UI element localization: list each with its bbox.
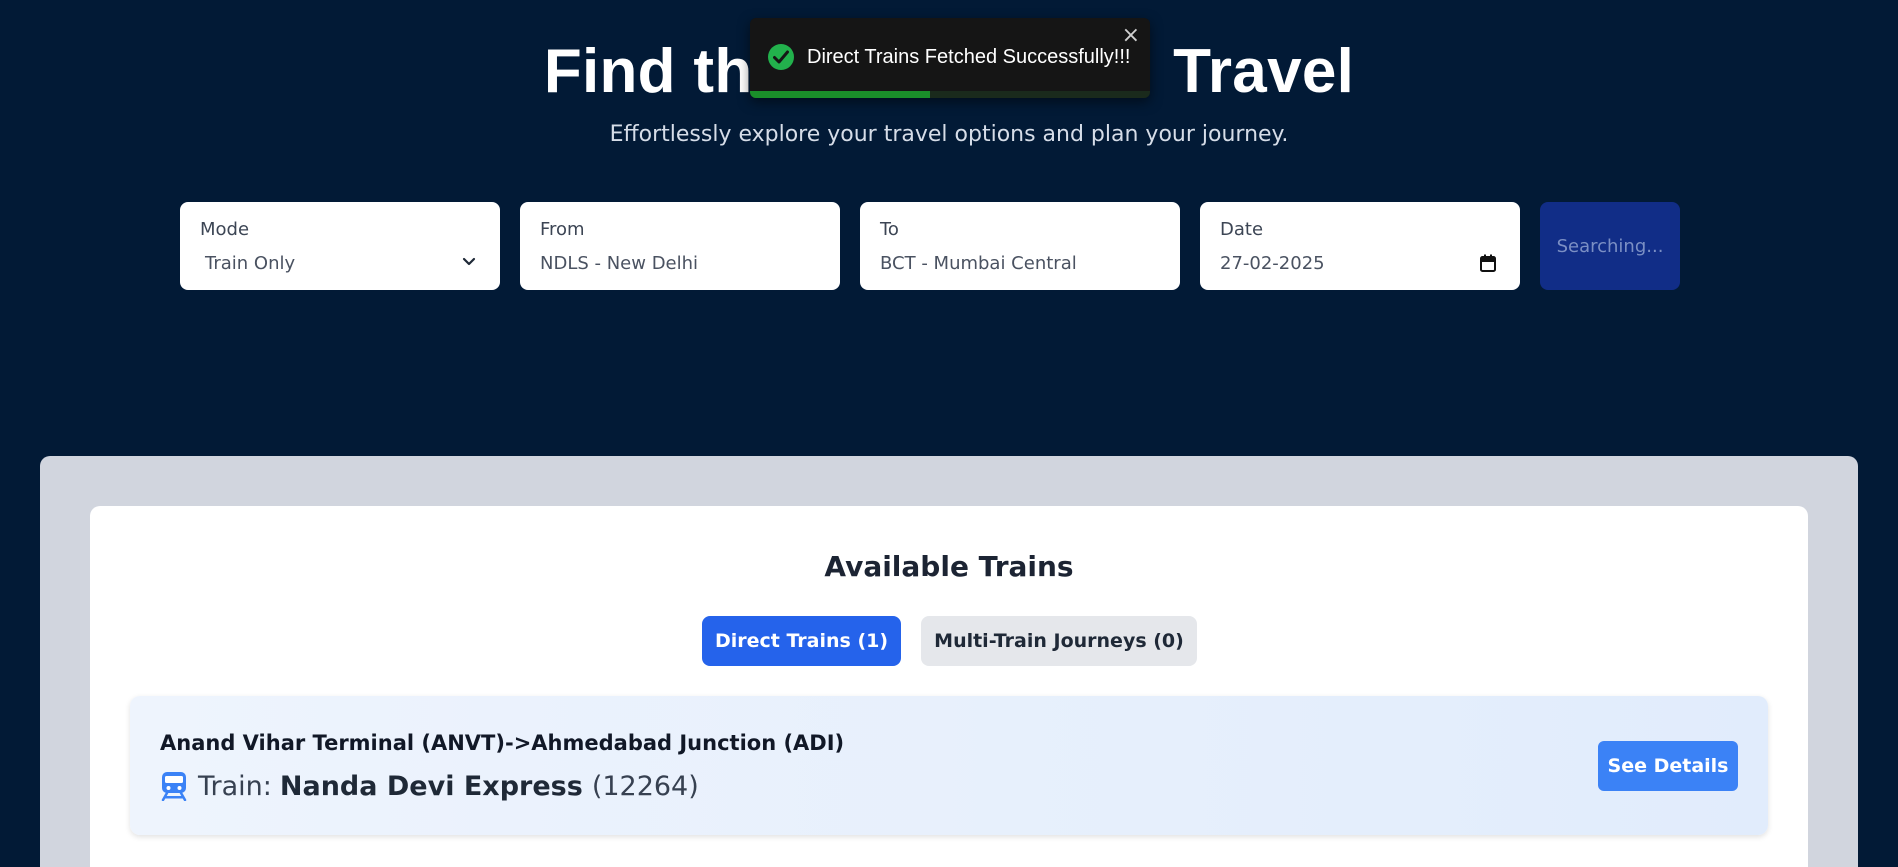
close-icon[interactable]: ×: [1122, 24, 1140, 48]
success-toast: Direct Trains Fetched Successfully!!! ×: [750, 18, 1150, 98]
toast-message: Direct Trains Fetched Successfully!!!: [807, 46, 1131, 68]
tab-multi-train-journeys[interactable]: Multi-Train Journeys (0): [921, 616, 1197, 666]
date-input[interactable]: 27-02-2025: [1220, 252, 1325, 276]
date-label: Date: [1220, 219, 1264, 240]
calendar-icon[interactable]: [1480, 254, 1496, 272]
from-input[interactable]: NDLS - New Delhi: [540, 252, 698, 276]
page-subtitle: Effortlessly explore your travel options…: [609, 122, 1289, 147]
mode-value[interactable]: Train Only: [205, 252, 295, 276]
mode-select[interactable]: Mode Train Only: [180, 202, 500, 290]
date-field[interactable]: Date 27-02-2025: [1200, 202, 1520, 290]
search-button[interactable]: Searching...: [1540, 202, 1680, 290]
train-name: Nanda Devi Express: [279, 770, 583, 802]
see-details-button[interactable]: See Details: [1598, 741, 1738, 791]
from-label: From: [540, 219, 585, 240]
train-prefix: Train:: [198, 770, 272, 802]
train-number: (12264): [591, 770, 699, 802]
success-check-icon: [768, 44, 794, 70]
mode-label: Mode: [200, 219, 250, 240]
chevron-down-icon[interactable]: [462, 257, 476, 267]
to-label: To: [880, 219, 899, 240]
to-input[interactable]: BCT - Mumbai Central: [880, 252, 1077, 276]
train-card: Anand Vihar Terminal (ANVT)->Ahmedabad J…: [130, 696, 1768, 835]
toast-progress-fill: [750, 91, 930, 98]
to-field[interactable]: To BCT - Mumbai Central: [860, 202, 1180, 290]
from-field[interactable]: From NDLS - New Delhi: [520, 202, 840, 290]
train-icon: [161, 772, 187, 801]
train-route: Anand Vihar Terminal (ANVT)->Ahmedabad J…: [160, 731, 845, 755]
train-info: Train: Nanda Devi Express (12264): [160, 768, 699, 804]
results-title: Available Trains: [824, 550, 1074, 583]
tab-direct-trains[interactable]: Direct Trains (1): [702, 616, 901, 666]
toast-progress-bar: [750, 91, 1150, 98]
